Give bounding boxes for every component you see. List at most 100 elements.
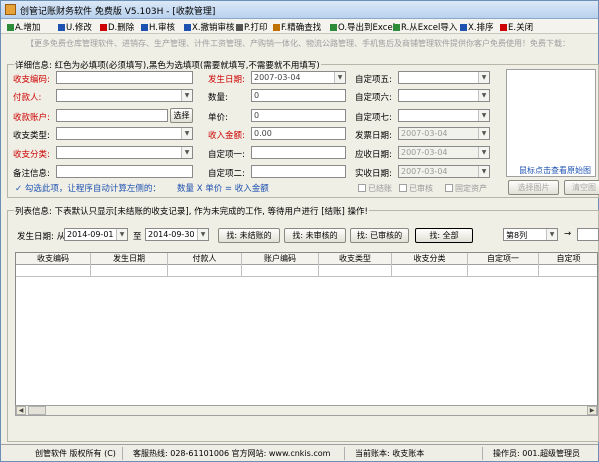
check-fixed-asset[interactable]: 固定资产 xyxy=(445,183,487,194)
middle-field-label-3: 收入金额: xyxy=(208,131,245,141)
left-field-input-0[interactable] xyxy=(56,71,193,84)
app-icon xyxy=(5,4,16,15)
chevron-down-icon[interactable]: ▼ xyxy=(478,72,489,83)
table-row[interactable] xyxy=(16,265,597,277)
date-to-picker[interactable]: 2014-09-30 ▼ xyxy=(145,228,209,241)
column-search-input[interactable] xyxy=(577,228,599,241)
find-unsettled-button[interactable]: 找: 未结账的 xyxy=(218,228,280,243)
menu-item-5[interactable]: P.打印 xyxy=(236,21,268,33)
table-cell[interactable] xyxy=(468,265,539,277)
chevron-down-icon[interactable]: ▼ xyxy=(478,166,489,177)
date-to-label: 至 xyxy=(133,232,142,242)
menu-item-1[interactable]: U.修改 xyxy=(58,21,92,33)
check-settled[interactable]: 已结账 xyxy=(358,183,392,194)
middle-field-input-2[interactable]: 0 xyxy=(251,109,346,122)
column-header-5[interactable]: 收支分类 xyxy=(392,253,468,265)
left-field-input-3[interactable]: ▼ xyxy=(56,127,193,140)
table-cell[interactable] xyxy=(392,265,468,277)
checkmark-icon: ✓ xyxy=(15,184,25,194)
image-preview[interactable] xyxy=(506,69,596,177)
middle-field-input-3[interactable]: 0.00 xyxy=(251,127,346,140)
menu-item-4[interactable]: X.撤销审核 xyxy=(184,21,235,33)
delete-icon xyxy=(100,24,107,31)
find-audited-button[interactable]: 找: 已审核的 xyxy=(350,228,409,243)
menu-item-6[interactable]: F.精确查找 xyxy=(273,21,321,33)
chevron-down-icon[interactable]: ▼ xyxy=(181,147,192,158)
status-hotline: 客服热线: 028-61101006 官方网站: www.cnkis.com xyxy=(123,447,345,460)
table-cell[interactable] xyxy=(168,265,242,277)
left-field-input-4[interactable]: ▼ xyxy=(56,146,193,159)
middle-field-input-5[interactable] xyxy=(251,165,346,178)
left-field-input-2[interactable] xyxy=(56,109,168,122)
menu-item-label: U.修改 xyxy=(66,23,92,33)
scroll-thumb[interactable] xyxy=(28,406,46,415)
chevron-down-icon[interactable]: ▼ xyxy=(478,90,489,101)
menu-item-8[interactable]: R.从Excel导入 xyxy=(393,21,457,33)
right-field-input-1[interactable]: ▼ xyxy=(398,89,490,102)
records-table[interactable]: 收支编码 发生日期 付款人 账户编码 收支类型 收支分类 自定项一 自定项 xyxy=(15,252,598,416)
left-field-input-5[interactable] xyxy=(56,165,193,178)
column-header-3[interactable]: 账户编码 xyxy=(242,253,319,265)
date-from-picker[interactable]: 2014-09-01 ▼ xyxy=(64,228,128,241)
ad-text[interactable]: 【更多免费仓库管理软件、进销存、生产管理、计件工资管理、产购销一体化、物流公路管… xyxy=(26,38,570,49)
column-header-7[interactable]: 自定项 xyxy=(539,253,597,265)
right-field-input-5[interactable]: 2007-03-04 ▼ xyxy=(398,165,490,178)
ad-banner[interactable]: 【更多免费仓库管理软件、进销存、生产管理、计件工资管理、产购销一体化、物流公路管… xyxy=(1,34,598,52)
horizontal-scrollbar[interactable]: ◀ ▶ xyxy=(15,405,598,416)
menu-item-label: D.删除 xyxy=(108,23,135,33)
left-field-label-3: 收支类型: xyxy=(13,131,50,141)
chevron-down-icon[interactable]: ▼ xyxy=(478,128,489,139)
right-field-input-0[interactable]: ▼ xyxy=(398,71,490,84)
table-cell[interactable] xyxy=(91,265,168,277)
column-header-6[interactable]: 自定项一 xyxy=(468,253,539,265)
right-field-input-3[interactable]: 2007-03-04 ▼ xyxy=(398,127,490,140)
auto-calc-checkbox[interactable]: ✓ 勾选此项，让程序自动计算左侧的： xyxy=(15,182,161,194)
scroll-left-icon[interactable]: ◀ xyxy=(16,406,26,415)
table-header: 收支编码 发生日期 付款人 账户编码 收支类型 收支分类 自定项一 自定项 xyxy=(16,253,597,265)
middle-field-input-0[interactable]: 2007-03-04 ▼ xyxy=(251,71,346,84)
menu-item-9[interactable]: X.排序 xyxy=(460,21,494,33)
column-select[interactable]: 第8列 ▼ xyxy=(503,228,558,241)
chevron-down-icon[interactable]: ▼ xyxy=(478,110,489,121)
right-field-input-4[interactable]: 2007-03-04 ▼ xyxy=(398,146,490,159)
image-hint[interactable]: 鼠标点击查看原始图 xyxy=(519,165,591,176)
check-audited[interactable]: 已审核 xyxy=(399,183,433,194)
select-image-button[interactable]: 选择图片 xyxy=(508,180,559,195)
menu-item-0[interactable]: A.增加 xyxy=(7,21,40,33)
table-cell[interactable] xyxy=(539,265,597,277)
menu-item-10[interactable]: E.关闭 xyxy=(500,21,533,33)
column-header-2[interactable]: 付款人 xyxy=(168,253,242,265)
middle-field-input-4[interactable] xyxy=(251,146,346,159)
table-cell[interactable] xyxy=(16,265,91,277)
scroll-right-icon[interactable]: ▶ xyxy=(587,406,597,415)
sort-icon xyxy=(460,24,467,31)
table-cell[interactable] xyxy=(319,265,392,277)
menu-item-7[interactable]: O.导出到Excel xyxy=(330,21,395,33)
title-bar: 创管记账财务软件 免费版 V5.103H - [收款管理] xyxy=(1,1,598,19)
chevron-down-icon[interactable]: ▼ xyxy=(478,147,489,158)
menu-item-label: R.从Excel导入 xyxy=(401,23,458,33)
menu-item-2[interactable]: D.删除 xyxy=(100,21,134,33)
select-account-button[interactable]: 选择 xyxy=(170,108,193,123)
find-unaudited-button[interactable]: 找: 未审核的 xyxy=(284,228,346,243)
left-field-input-1[interactable]: ▼ xyxy=(56,89,193,102)
import-excel-icon xyxy=(393,24,400,31)
chevron-down-icon[interactable]: ▼ xyxy=(334,72,345,83)
middle-field-input-1[interactable]: 0 xyxy=(251,89,346,102)
chevron-down-icon[interactable]: ▼ xyxy=(181,90,192,101)
right-field-label-2: 自定项七: xyxy=(355,113,392,123)
column-header-0[interactable]: 收支编码 xyxy=(16,253,91,265)
chevron-down-icon[interactable]: ▼ xyxy=(181,128,192,139)
left-field-label-5: 备注信息: xyxy=(13,169,50,179)
table-cell[interactable] xyxy=(242,265,319,277)
find-all-button[interactable]: 找: 全部 xyxy=(415,228,473,243)
column-header-1[interactable]: 发生日期 xyxy=(91,253,168,265)
right-field-input-2[interactable]: ▼ xyxy=(398,109,490,122)
menu-item-label: F.精确查找 xyxy=(281,23,322,33)
column-header-4[interactable]: 收支类型 xyxy=(319,253,392,265)
clear-image-button[interactable]: 清空图 xyxy=(564,180,599,195)
print-icon xyxy=(236,24,243,31)
details-legend: 详细信息: 红色为必填项(必须填写),黑色为选填项(需要就填写,不需要就不用填写… xyxy=(14,59,321,71)
menu-item-3[interactable]: H.审核 xyxy=(141,21,175,33)
middle-field-label-4: 自定项一: xyxy=(208,150,245,160)
